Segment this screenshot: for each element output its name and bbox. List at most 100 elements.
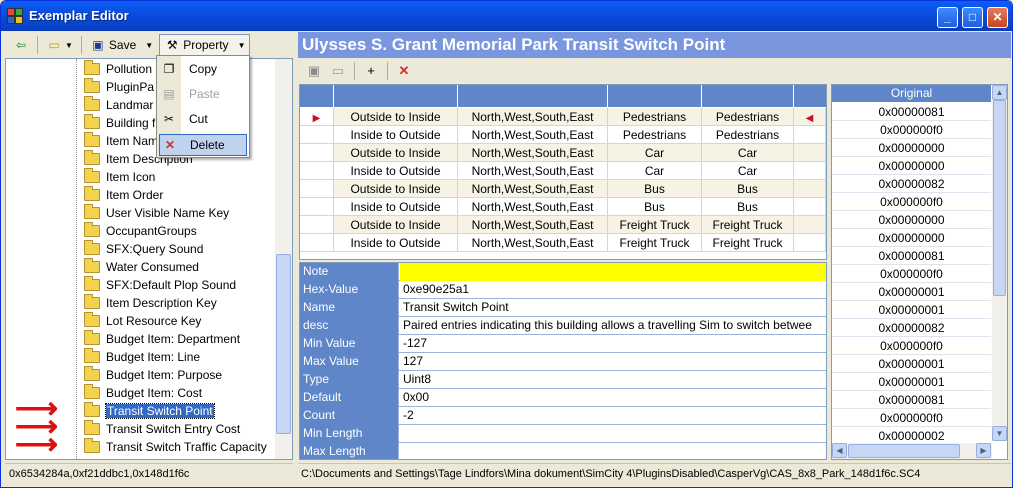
menu-item-cut[interactable]: ✂ Cut — [157, 108, 249, 130]
original-horizontal-scrollbar[interactable]: ◀ ▶ — [832, 443, 992, 459]
tree-item[interactable]: Item Icon — [84, 168, 155, 186]
original-scroll-thumb[interactable] — [993, 100, 1006, 296]
menu-item-copy[interactable]: ❐ Copy — [157, 58, 249, 80]
grid-cell[interactable] — [794, 198, 826, 216]
grid-cell[interactable]: Car — [608, 144, 702, 162]
grid-header-cell[interactable] — [608, 85, 702, 107]
original-value[interactable]: 0x000000f0 — [832, 193, 991, 211]
tree-item[interactable]: Landmar — [84, 96, 153, 114]
tree-item[interactable]: Budget Item: Purpose — [84, 366, 222, 384]
title-bar[interactable]: Exemplar Editor _ □ ✕ — [1, 1, 1012, 31]
tree-item[interactable]: Item Order — [84, 186, 163, 204]
grid-cell[interactable]: Pedestrians — [702, 108, 794, 126]
grid-cell[interactable]: Freight Truck — [608, 216, 702, 234]
grid-row[interactable]: Inside to Outside North,West,South,East Pe… — [300, 126, 826, 144]
row-header[interactable] — [300, 234, 334, 252]
grid-cell[interactable]: North,West,South,East — [458, 180, 608, 198]
original-value[interactable]: 0x000000f0 — [832, 121, 991, 139]
grid-cell[interactable]: Outside to Inside — [334, 216, 458, 234]
grid-row[interactable]: Inside to Outside North,West,South,East Fr… — [300, 234, 826, 252]
tree-item[interactable]: Budget Item: Department — [84, 330, 240, 348]
grid-cell[interactable] — [794, 144, 826, 162]
open-grid-button[interactable]: ▭ — [328, 61, 348, 81]
row-header[interactable] — [300, 180, 334, 198]
grid-cell[interactable]: Pedestrians — [608, 108, 702, 126]
grid-cell[interactable]: Car — [702, 162, 794, 180]
exit-button[interactable]: ⇦ — [9, 34, 33, 56]
tree-item[interactable]: OccupantGroups — [84, 222, 197, 240]
menu-item-delete[interactable]: ✕ Delete — [159, 134, 247, 156]
grid-cell[interactable]: Outside to Inside — [334, 144, 458, 162]
original-value[interactable]: 0x000000f0 — [832, 337, 991, 355]
grid-cell[interactable]: North,West,South,East — [458, 216, 608, 234]
row-header[interactable] — [300, 126, 334, 144]
original-value[interactable]: 0x00000000 — [832, 229, 991, 247]
grid-cell[interactable]: Pedestrians — [608, 126, 702, 144]
maximize-button[interactable]: □ — [962, 7, 983, 28]
grid-row[interactable]: Outside to Inside North,West,South,East Ca… — [300, 144, 826, 162]
save-grid-button[interactable]: ▣ — [304, 61, 324, 81]
grid-cell[interactable]: North,West,South,East — [458, 108, 608, 126]
grid-row[interactable]: ▶ Outside to Inside North,West,South,East P… — [300, 108, 826, 126]
grid-cell[interactable]: Bus — [702, 180, 794, 198]
tree-scroll-thumb[interactable] — [276, 254, 291, 434]
tree-item[interactable]: Transit Switch Traffic Capacity — [84, 438, 267, 456]
original-value[interactable]: 0x00000001 — [832, 373, 991, 391]
original-value[interactable]: 0x00000081 — [832, 103, 991, 121]
tree-item[interactable]: SFX:Query Sound — [84, 240, 203, 258]
grid-row[interactable]: Inside to Outside North,West,South,East Bu… — [300, 198, 826, 216]
grid-cell[interactable] — [794, 126, 826, 144]
grid-header-cell[interactable] — [458, 85, 608, 107]
tree-item[interactable]: Water Consumed — [84, 258, 199, 276]
original-values-list[interactable]: Original 0x00000081 0x000000f0 0x00000000 0… — [831, 84, 1008, 460]
save-button[interactable]: ▣ Save ▼ — [86, 34, 157, 56]
grid-cell[interactable]: Outside to Inside — [334, 180, 458, 198]
grid-cell[interactable]: Inside to Outside — [334, 198, 458, 216]
original-value[interactable]: 0x00000001 — [832, 301, 991, 319]
grid-row[interactable]: Inside to Outside North,West,South,East Ca… — [300, 162, 826, 180]
original-value[interactable]: 0x000000f0 — [832, 265, 991, 283]
grid-cell[interactable]: Freight Truck — [702, 216, 794, 234]
tree-item[interactable]: Budget Item: Cost — [84, 384, 202, 402]
add-row-button[interactable]: + — [361, 61, 381, 81]
tree-item[interactable]: SFX:Default Plop Sound — [84, 276, 236, 294]
grid-cell[interactable] — [794, 216, 826, 234]
tree-item[interactable]: Pollution — [84, 60, 152, 78]
tree-item[interactable]: Budget Item: Line — [84, 348, 200, 366]
original-vertical-scrollbar[interactable]: ▲ ▼ — [992, 85, 1007, 441]
grid-cell[interactable]: Pedestrians — [702, 126, 794, 144]
tree-item[interactable]: PluginPa — [84, 78, 154, 96]
tree-scrollbar[interactable] — [275, 59, 292, 459]
original-value[interactable]: 0x00000082 — [832, 319, 991, 337]
tree-item[interactable]: Item Description Key — [84, 294, 217, 312]
grid-cell[interactable]: North,West,South,East — [458, 234, 608, 252]
grid-header-cell[interactable] — [334, 85, 458, 107]
delete-row-button[interactable]: ✕ — [394, 61, 414, 81]
grid-cell[interactable]: Freight Truck — [702, 234, 794, 252]
grid-cell[interactable]: Car — [608, 162, 702, 180]
tree-item[interactable]: Lot Resource Key — [84, 312, 201, 330]
grid-cell[interactable]: Inside to Outside — [334, 162, 458, 180]
value-grid[interactable]: ▶ Outside to Inside North,West,South,East P… — [299, 84, 827, 260]
grid-cell[interactable]: Bus — [702, 198, 794, 216]
grid-cell[interactable]: Inside to Outside — [334, 126, 458, 144]
grid-row[interactable]: Outside to Inside North,West,South,East Bu… — [300, 180, 826, 198]
original-value[interactable]: 0x00000001 — [832, 283, 991, 301]
grid-cell[interactable]: Bus — [608, 198, 702, 216]
property-button[interactable]: ⚒ Property ▼ — [159, 34, 251, 56]
grid-cell[interactable]: North,West,South,East — [458, 126, 608, 144]
tree-item[interactable]: Transit Switch Entry Cost — [84, 420, 240, 438]
original-value[interactable]: 0x000000f0 — [832, 409, 991, 427]
grid-cell[interactable]: North,West,South,East — [458, 144, 608, 162]
grid-cell[interactable]: Freight Truck — [608, 234, 702, 252]
menu-item-paste[interactable]: ▤ Paste — [157, 83, 249, 105]
original-value[interactable]: 0x00000082 — [832, 175, 991, 193]
grid-cell[interactable]: Inside to Outside — [334, 234, 458, 252]
tree-item[interactable]: Building f — [84, 114, 155, 132]
scroll-right-icon[interactable]: ▶ — [976, 443, 991, 458]
original-value[interactable]: 0x00000081 — [832, 391, 991, 409]
grid-cell[interactable] — [794, 234, 826, 252]
grid-row[interactable]: Outside to Inside North,West,South,East Fr… — [300, 216, 826, 234]
open-button[interactable]: ▭ ▼ — [42, 34, 77, 56]
original-hscroll-thumb[interactable] — [848, 444, 960, 458]
